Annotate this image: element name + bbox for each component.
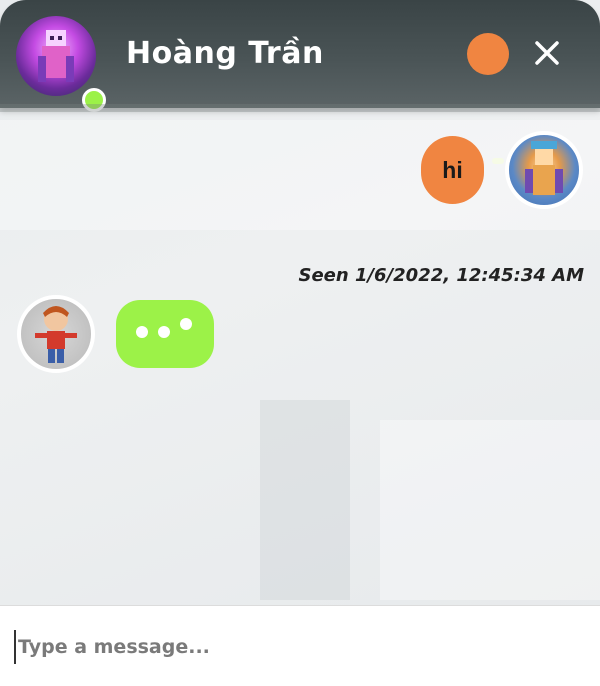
contact-avatar[interactable] xyxy=(16,16,106,112)
seen-status: Seen 1/6/2022, 12:45:34 AM xyxy=(298,265,584,286)
my-avatar-icon xyxy=(505,131,583,209)
sent-message-bubble: hi xyxy=(421,136,484,204)
minimize-button[interactable] xyxy=(467,33,509,75)
background-shape xyxy=(260,400,350,600)
typing-indicator xyxy=(116,300,214,368)
close-button[interactable] xyxy=(528,34,566,72)
header-divider xyxy=(0,104,600,112)
chat-window: Hoàng Trần hi Seen 1/6/2022, 12:45:34 AM xyxy=(0,0,600,686)
close-icon xyxy=(535,41,559,65)
typing-dot xyxy=(136,326,148,338)
typing-dot xyxy=(180,318,192,330)
message-input[interactable] xyxy=(14,630,580,664)
contact-name: Hoàng Trần xyxy=(126,36,324,71)
chat-header: Hoàng Trần xyxy=(0,0,600,112)
bubble-tail xyxy=(492,158,504,164)
message-composer xyxy=(0,605,600,686)
contact-small-avatar-icon xyxy=(17,295,95,373)
background-shape xyxy=(380,420,600,600)
typing-dot xyxy=(158,326,170,338)
user-avatar-icon xyxy=(16,16,96,96)
sent-message-text: hi xyxy=(442,156,463,183)
